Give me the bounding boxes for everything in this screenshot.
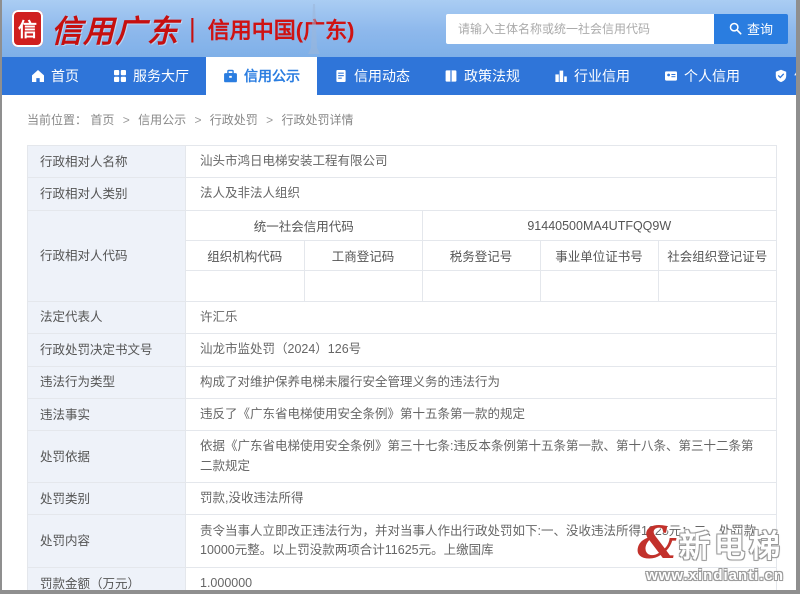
row-label: 法定代表人 [28,301,186,333]
row-value: 法人及非法人组织 [186,178,777,210]
row-label: 违法行为类型 [28,366,186,398]
breadcrumb-penalty-detail: 行政处罚详情 [282,113,354,127]
search-button-label: 查询 [747,19,773,38]
row-label: 行政处罚决定书文号 [28,334,186,366]
row-label: 行政相对人名称 [28,146,186,178]
row-value: 罚款,没收违法所得 [186,483,777,515]
nav-label: 信用承诺 [794,66,796,86]
row-value: 违反了《广东省电梯使用安全条例》第十五条第一款的规定 [186,398,777,430]
main-nav: 首页 服务大厅 信用公示 信用动态 [2,57,796,95]
logo-divider: | [189,13,196,44]
breadcrumb-separator: > [266,113,273,127]
nav-item-credit-publicity[interactable]: 信用公示 [206,57,317,95]
table-row-code: 行政相对人代码 统一社会信用代码 91440500MA4UTFQQ9W 组织机构… [28,210,777,301]
nav-label: 行业信用 [574,66,630,86]
subtable-header: 工商登记码 [304,241,422,271]
idcard-icon [664,69,678,83]
row-label: 处罚依据 [28,431,186,483]
table-row: 法定代表人 许汇乐 [28,301,777,333]
row-label: 处罚内容 [28,515,186,568]
nav-label: 服务大厅 [133,66,189,86]
site-title: 信用广东 [51,6,179,51]
nav-item-personal-credit[interactable]: 个人信用 [647,57,757,95]
subtable-header-row: 组织机构代码 工商登记码 税务登记号 事业单位证书号 社会组织登记证号 [186,241,776,271]
breadcrumb-separator: > [123,113,130,127]
nav-item-industry-credit[interactable]: 行业信用 [537,57,647,95]
grid-icon [113,69,127,83]
nav-label: 政策法规 [464,66,520,86]
table-row: 处罚依据 依据《广东省电梯使用安全条例》第三十七条:违反本条例第十五条第一款、第… [28,431,777,483]
table-row: 行政相对人名称 汕头市鸿日电梯安装工程有限公司 [28,146,777,178]
row-value: 汕头市鸿日电梯安装工程有限公司 [186,146,777,178]
row-value: 责令当事人立即改正违法行为，并对当事人作出行政处罚如下:一、没收违法所得1625… [186,515,777,568]
site-subtitle: 信用中国(广东) [208,13,355,45]
breadcrumb-penalty[interactable]: 行政处罚 [210,113,258,127]
nav-item-credit-commitment[interactable]: 信用承诺 [757,57,796,95]
row-value: 1.000000 [186,568,777,590]
breadcrumb: 当前位置： 首页 > 信用公示 > 行政处罚 > 行政处罚详情 [2,95,796,128]
table-row: 处罚内容 责令当事人立即改正违法行为，并对当事人作出行政处罚如下:一、没收违法所… [28,515,777,568]
uscc-value: 91440500MA4UTFQQ9W [422,211,776,241]
nav-label: 首页 [51,66,79,86]
search-button[interactable]: 查询 [714,14,788,44]
table-row: 行政处罚决定书文号 汕龙市监处罚（2024）126号 [28,334,777,366]
nav-label: 信用公示 [244,66,300,86]
nav-label: 信用动态 [354,66,410,86]
row-value: 许汇乐 [186,301,777,333]
home-icon [31,69,45,83]
row-label: 处罚类别 [28,483,186,515]
search-input[interactable] [446,14,714,44]
subtable-row: 统一社会信用代码 91440500MA4UTFQQ9W [186,211,776,241]
row-label: 违法事实 [28,398,186,430]
nav-item-credit-news[interactable]: 信用动态 [317,57,427,95]
subtable-header: 税务登记号 [422,241,540,271]
breadcrumb-prefix: 当前位置： [27,113,87,127]
table-row: 违法事实 违反了《广东省电梯使用安全条例》第十五条第一款的规定 [28,398,777,430]
row-value: 依据《广东省电梯使用安全条例》第三十七条:违反本条例第十五条第一款、第十八条、第… [186,431,777,483]
code-subtable: 统一社会信用代码 91440500MA4UTFQQ9W 组织机构代码 工商登记码… [186,211,776,301]
breadcrumb-home[interactable]: 首页 [90,113,114,127]
seal-logo-icon: 信 [12,10,43,47]
site-header: 信 信用广东 | 信用中国(广东) 查询 [2,0,796,57]
table-row: 罚款金额（万元） 1.000000 [28,568,777,590]
search-bar: 查询 [446,14,788,44]
site-logo[interactable]: 信 信用广东 | 信用中国(广东) [12,6,354,51]
row-value: 汕龙市监处罚（2024）126号 [186,334,777,366]
nav-item-service-hall[interactable]: 服务大厅 [96,57,206,95]
subtable-value [304,271,422,301]
nav-item-home[interactable]: 首页 [14,57,96,95]
briefcase-icon [223,69,238,84]
search-icon [729,22,742,35]
page: 信 信用广东 | 信用中国(广东) 查询 首页 [2,0,796,590]
subtable-header: 组织机构代码 [186,241,304,271]
subtable-value [658,271,776,301]
tower-silhouette [305,4,323,54]
table-row: 处罚类别 罚款,没收违法所得 [28,483,777,515]
nav-item-policies[interactable]: 政策法规 [427,57,537,95]
breadcrumb-separator: > [194,113,201,127]
subtable-header: 社会组织登记证号 [658,241,776,271]
row-label: 行政相对人代码 [28,210,186,301]
shield-icon [774,69,788,83]
table-row: 行政相对人类别 法人及非法人组织 [28,178,777,210]
code-subtable-cell: 统一社会信用代码 91440500MA4UTFQQ9W 组织机构代码 工商登记码… [186,210,777,301]
table-row: 违法行为类型 构成了对维护保养电梯未履行安全管理义务的违法行为 [28,366,777,398]
subtable-value [186,271,304,301]
row-value: 构成了对维护保养电梯未履行安全管理义务的违法行为 [186,366,777,398]
subtable-value [422,271,540,301]
subtable-value [540,271,658,301]
book-icon [444,69,458,83]
document-icon [334,69,348,83]
penalty-detail-table: 行政相对人名称 汕头市鸿日电梯安装工程有限公司 行政相对人类别 法人及非法人组织… [27,145,777,590]
row-label: 行政相对人类别 [28,178,186,210]
uscc-label: 统一社会信用代码 [186,211,422,241]
breadcrumb-credit-publicity[interactable]: 信用公示 [138,113,186,127]
subtable-value-row [186,271,776,301]
building-icon [554,69,568,83]
row-label: 罚款金额（万元） [28,568,186,590]
subtable-header: 事业单位证书号 [540,241,658,271]
nav-label: 个人信用 [684,66,740,86]
